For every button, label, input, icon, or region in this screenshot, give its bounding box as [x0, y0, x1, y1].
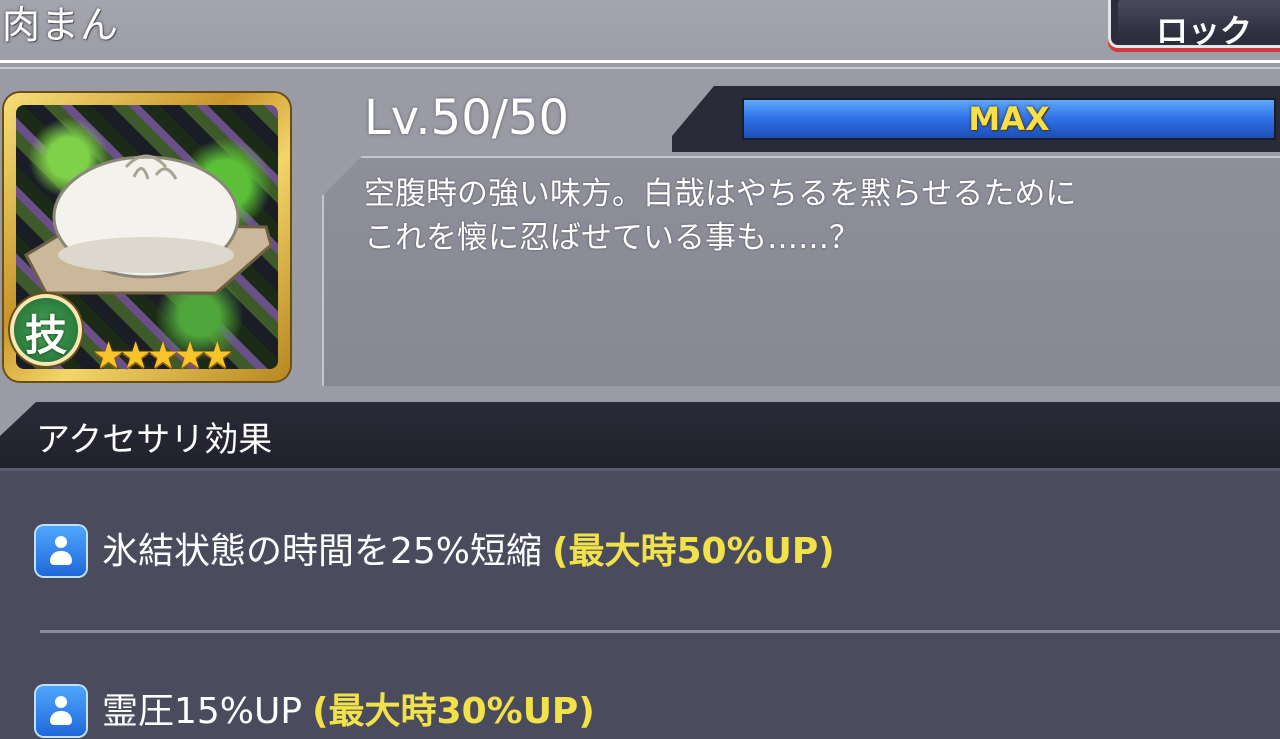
- user-icon: [36, 686, 86, 736]
- effects-title: アクセサリ効果: [36, 420, 273, 460]
- effect-text: 霊圧15%UP (最大時30%UP): [102, 682, 595, 734]
- item-description: 空腹時の強い味方。白哉はやちるを黙らせるために これを懐に忍ばせている事も……？: [364, 176, 1077, 256]
- level-max-label: MAX: [968, 100, 1050, 138]
- lock-button[interactable]: ロック: [1108, 0, 1280, 50]
- lock-button-face[interactable]: ロック: [1118, 0, 1280, 50]
- header-bar: [0, 0, 1280, 60]
- effect-description: 氷結状態の時間を25%短縮: [102, 531, 543, 572]
- rarity-stars: ★★★★★: [92, 334, 234, 377]
- effect-max-value: (最大時30%UP): [312, 691, 595, 732]
- effect-max-value: (最大時50%UP): [552, 531, 835, 572]
- user-icon: [36, 526, 86, 576]
- page-title: 肉まん: [2, 3, 120, 47]
- skill-type-badge: 技: [14, 298, 78, 362]
- header-divider: [0, 60, 1280, 63]
- effect-text: 氷結状態の時間を25%短縮 (最大時50%UP): [102, 522, 835, 574]
- level-label: Lv.50/50: [364, 90, 570, 146]
- skill-type-badge-label: 技: [24, 311, 67, 360]
- effect-description: 霊圧15%UP: [102, 691, 303, 732]
- header-divider-secondary: [0, 67, 1280, 69]
- lock-button-label: ロック: [1156, 12, 1253, 50]
- effect-divider: [40, 630, 1280, 633]
